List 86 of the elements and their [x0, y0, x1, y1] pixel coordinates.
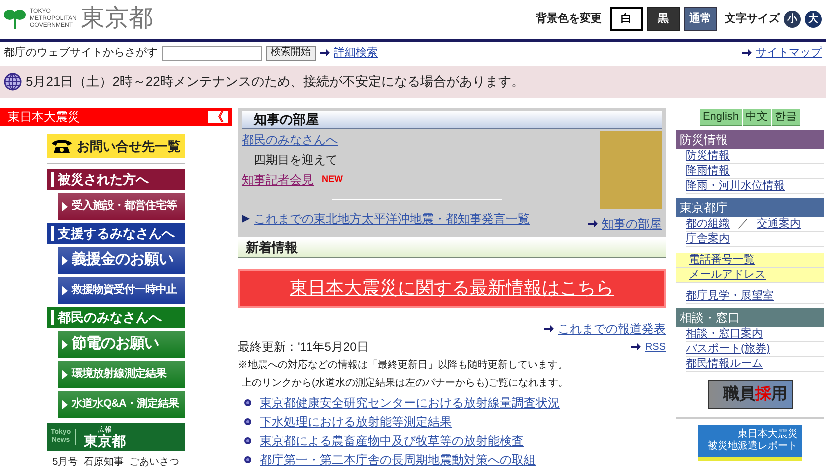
sidebar-link[interactable]: 庁舎案内 — [686, 230, 730, 248]
dispatch-report-banner[interactable]: 東日本大震災 被災地派遣レポート — [698, 425, 802, 461]
menu-banner-link[interactable]: 節電のお願い — [58, 331, 185, 358]
arrow-icon — [320, 49, 330, 57]
news-link[interactable]: 下水処理における放射能等測定結果 — [260, 413, 452, 431]
triangle-icon — [62, 400, 68, 410]
arrow-icon — [588, 220, 598, 228]
search-button[interactable]: 検索開始 — [266, 46, 316, 60]
sidebar-link[interactable]: 都の組織 — [686, 216, 730, 232]
sidebar-link[interactable]: 交通案内 — [757, 216, 801, 232]
sidebar-link[interactable]: 相談・窓口案内 — [686, 326, 763, 342]
report-text: 東日本大震災 — [738, 429, 798, 440]
language-button[interactable]: English — [700, 109, 742, 126]
arrow-icon — [742, 49, 752, 57]
background-color-label: 背景色を変更 — [536, 12, 602, 27]
language-button[interactable]: 한글 — [772, 109, 800, 126]
link-separator: ／ — [738, 216, 749, 232]
globe-icon — [4, 73, 22, 91]
maintenance-notice: 5月21日（土）2時～22時メンテナンスのため、接続が不安定になる場合があります。 — [26, 73, 524, 92]
panel-title: 知事の部屋 — [254, 110, 319, 129]
menu-banner-link[interactable]: 受入施設・都営住宅等 — [58, 193, 185, 220]
triangle-icon — [62, 286, 68, 296]
message-subtitle: 四期目を迎えて — [253, 152, 339, 169]
disaster-info-banner[interactable]: 東日本大震災に関する最新情報はこちら — [238, 269, 666, 308]
last-updated-text: 最終更新：'11年5月20日 — [238, 339, 369, 356]
news-caption[interactable]: 5月号 石原知事 ごあいさつ — [47, 455, 185, 469]
category-title: 防災情報 — [680, 132, 728, 148]
contact-list-button[interactable]: お問い合せ先一覧 — [47, 134, 185, 158]
advanced-search-link[interactable]: 詳細検索 — [334, 44, 378, 62]
category-title: 東京都庁 — [680, 200, 728, 216]
section-heading-text: 支援するみなさんへ — [58, 224, 175, 243]
statement-list-link[interactable]: これまでの東北地方太平洋沖地震・都知事発言一覧 — [254, 210, 530, 228]
rss-link[interactable]: RSS — [645, 340, 666, 354]
sidebar-link[interactable]: 降雨情報 — [686, 162, 730, 180]
section-title: 東日本大震災 — [8, 109, 80, 126]
arrow-icon — [544, 325, 554, 333]
sidebar-link[interactable]: 都民情報ルーム — [686, 356, 763, 372]
triangle-icon — [242, 215, 250, 223]
triangle-icon — [62, 340, 68, 350]
logo-title[interactable]: 東京都 — [80, 7, 153, 31]
language-button[interactable]: 中文 — [743, 109, 772, 126]
bullet-icon — [244, 399, 252, 407]
sidebar-link[interactable]: 防災情報 — [686, 148, 730, 164]
sidebar-link[interactable]: 降雨・河川水位情報 — [686, 178, 785, 194]
link-note: 上のリンクから(水道水の測定結果は左のバナーからも)ご覧になれます。 — [241, 376, 570, 391]
font-size-button[interactable]: 小 — [784, 10, 801, 28]
font-size-button[interactable]: 大 — [805, 10, 822, 28]
background-color-button[interactable]: 通常 — [684, 7, 717, 31]
search-field[interactable] — [162, 46, 262, 60]
governor-room-link[interactable]: 知事の部屋 — [602, 215, 662, 233]
news-link[interactable]: 東京都による農畜産物中及び牧草等の放射能検査 — [260, 432, 524, 450]
search-label: 都庁のウェブサイトからさがす — [4, 46, 158, 61]
telephone-icon — [51, 139, 73, 153]
section-heading-text: 都民のみなさんへ — [58, 308, 162, 327]
recruitment-banner[interactable]: 職員採用 — [708, 380, 792, 409]
bullet-icon — [244, 418, 252, 426]
bullet-icon — [244, 437, 252, 445]
bullet-icon — [244, 456, 252, 464]
font-size-label: 文字サイズ — [725, 12, 780, 27]
triangle-icon — [62, 370, 68, 380]
background-color-button[interactable]: 黒 — [647, 7, 680, 31]
sitemap-link[interactable]: サイトマップ — [756, 44, 822, 62]
news-link[interactable]: 都庁第一・第二本庁舎の長周期地震動対策への取組 — [260, 451, 536, 469]
category-title: 相談・窓口 — [680, 310, 740, 326]
message-link[interactable]: 都民のみなさんへ — [242, 131, 530, 149]
sidebar-link[interactable]: 都庁見学・展望室 — [686, 288, 774, 304]
menu-banner-link[interactable]: 水道水Q&A・測定結果 — [58, 391, 185, 418]
press-conference-link[interactable]: 知事記者会見 — [242, 171, 314, 189]
arrow-icon — [631, 343, 642, 351]
news-link[interactable]: 東京都健康安全研究センターにおける放射線量調査状況 — [260, 394, 560, 412]
update-note: ※地震への対応などの情報は「最終更新日」以降も随時更新しています。 — [238, 358, 569, 373]
triangle-icon — [62, 256, 68, 266]
collapse-toggle[interactable]: 《 — [208, 111, 228, 123]
section-heading-text: 被災された方へ — [58, 170, 149, 189]
triangle-icon — [62, 202, 68, 212]
menu-banner-link[interactable]: 義援金のお願い — [58, 247, 185, 274]
press-archive-link[interactable]: これまでの報道発表 — [558, 320, 666, 338]
report-text: 被災地派遣レポート — [708, 441, 798, 453]
new-label: NEW — [322, 173, 343, 186]
background-color-button[interactable]: 白 — [610, 7, 643, 31]
menu-banner-link[interactable]: 救援物資受付一時中止 — [58, 277, 185, 304]
sidebar-link[interactable]: パスポート(旅券) — [686, 340, 770, 358]
recruitment-text: 職員採用 — [724, 384, 788, 404]
news-title: 新着情報 — [246, 239, 298, 258]
menu-banner-link[interactable]: 環境放射線測定結果 — [58, 361, 185, 388]
news-title-text: 東京都 — [84, 434, 126, 448]
